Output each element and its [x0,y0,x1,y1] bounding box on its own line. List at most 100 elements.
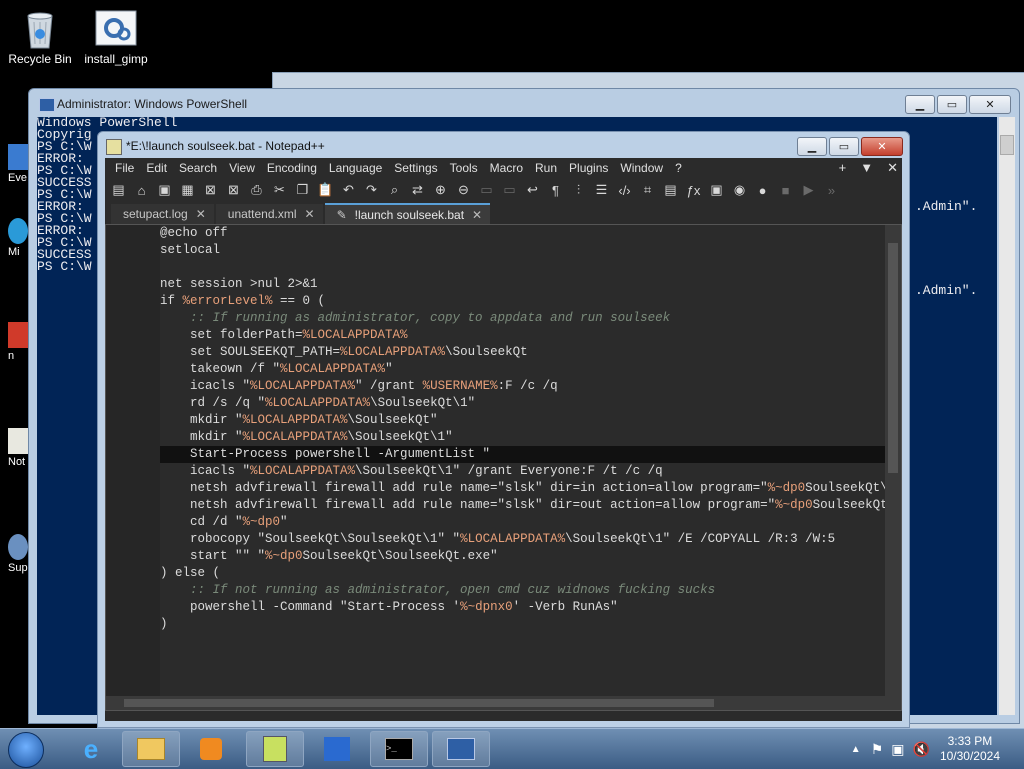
replace-icon[interactable]: ⇄ [408,181,427,199]
code-line[interactable]: 24) [160,616,885,633]
taskbar-powershell[interactable] [432,731,490,767]
document-list-icon[interactable]: ▤ [661,181,680,199]
zoom-out-icon[interactable]: ⊖ [454,181,473,199]
taskbar-explorer[interactable] [122,731,180,767]
word-wrap-icon[interactable]: ↩ [523,181,542,199]
minimize-button[interactable]: ▁ [905,95,935,114]
menu-search[interactable]: Search [173,161,223,175]
desktop-icon-partial-3[interactable]: n [8,322,28,362]
desktop-icon-partial-4[interactable]: Not [8,428,28,468]
open-file-icon[interactable]: ⌂ [132,181,151,199]
code-line[interactable]: 14 Start-Process powershell -ArgumentLis… [160,446,885,463]
menu-window[interactable]: Window [614,161,669,175]
code-line[interactable]: 13 mkdir "%LOCALAPPDATA%\SoulseekQt\1" [160,429,885,446]
desktop-icon-partial-2[interactable]: Mi [8,218,28,258]
editor-vertical-scrollbar[interactable] [885,225,901,696]
record-macro-icon[interactable]: ● [753,181,772,199]
code-line[interactable]: 1@echo off [160,225,885,242]
notepadpp-window[interactable]: *E:\!launch soulseek.bat - Notepad++ ▁ ▭… [97,131,910,728]
volume-muted-icon[interactable]: 🔇 [913,741,930,758]
code-line[interactable]: 23 powershell -Command "Start-Process '%… [160,599,885,616]
redo-icon[interactable]: ↷ [362,181,381,199]
code-line[interactable]: 10 icacls "%LOCALAPPDATA%" /grant %USERN… [160,378,885,395]
zoom-in-icon[interactable]: ⊕ [431,181,450,199]
desktop-icon-partial-5[interactable]: Sup [8,534,28,574]
toolbar-overflow-icon[interactable]: » [822,181,841,199]
taskbar-notepadpp[interactable] [246,731,304,767]
menu-tools[interactable]: Tools [444,161,484,175]
code-line[interactable]: 8 set SOULSEEKQT_PATH=%LOCALAPPDATA%\Sou… [160,344,885,361]
code-line[interactable]: 20 start "" "%~dp0SoulseekQt\SoulseekQt.… [160,548,885,565]
save-all-icon[interactable]: ▦ [178,181,197,199]
minimize-button[interactable]: ▁ [797,137,827,156]
print-icon[interactable]: ⎙ [247,181,266,199]
taskbar-cmd[interactable]: >_ [370,731,428,767]
desktop-icon-partial-1[interactable]: Eve [8,144,28,184]
close-tab-button[interactable]: ✕ [887,160,898,176]
tab-close-icon[interactable]: ✕ [196,207,206,221]
map-icon[interactable]: ⌗ [638,181,657,199]
code-line[interactable]: 21) else ( [160,565,885,582]
tab-setupact-log[interactable]: setupact.log ✕ [111,204,214,224]
clock[interactable]: 3:33 PM 10/30/2024 [940,734,1000,764]
function-list-icon[interactable]: ƒx [684,181,703,199]
menu-view[interactable]: View [223,161,261,175]
menu-edit[interactable]: Edit [140,161,173,175]
stop-macro-icon[interactable]: ■ [776,181,795,199]
menu-language[interactable]: Language [323,161,388,175]
scrollbar-thumb[interactable] [1000,135,1014,155]
code-line[interactable]: 11 rd /s /q "%LOCALAPPDATA%\SoulseekQt\1… [160,395,885,412]
code-line[interactable]: 17 netsh advfirewall firewall add rule n… [160,497,885,514]
close-button[interactable]: ✕ [861,137,903,156]
menu-plugins[interactable]: Plugins [563,161,614,175]
code-line[interactable]: 16 netsh advfirewall firewall add rule n… [160,480,885,497]
start-button[interactable] [8,732,44,768]
horizontal-scroll-thumb[interactable] [124,699,714,707]
tab-close-icon[interactable]: ✕ [472,208,482,222]
action-center-flag-icon[interactable]: ⚑ [871,741,884,758]
code-line[interactable]: 4net session >nul 2>&1 [160,276,885,293]
taskbar-ie[interactable]: e [62,731,120,767]
taskbar-package[interactable] [308,731,366,767]
tab-list-button[interactable]: ▼ [860,160,873,176]
new-file-icon[interactable]: ▤ [109,181,128,199]
tray-expand-icon[interactable]: ▲ [851,744,861,755]
close-all-icon[interactable]: ⊠ [224,181,243,199]
indent-guide-icon[interactable]: ⫶ [569,181,588,199]
tab-close-icon[interactable]: ✕ [305,207,315,221]
code-line[interactable]: 3 [160,259,885,276]
folder-workspace-icon[interactable]: ▣ [707,181,726,199]
copy-icon[interactable]: ❐ [293,181,312,199]
code-line[interactable]: 6 :: If running as administrator, copy t… [160,310,885,327]
sync-vertical-icon[interactable]: ▭ [477,181,496,199]
code-line[interactable]: 18 cd /d "%~dp0" [160,514,885,531]
find-icon[interactable]: ⌕ [385,181,404,199]
menu-settings[interactable]: Settings [388,161,443,175]
code-line[interactable]: 15 icacls "%LOCALAPPDATA%\SoulseekQt\1" … [160,463,885,480]
code-area[interactable]: 1@echo off2setlocal34net session >nul 2>… [160,225,885,696]
play-macro-icon[interactable]: ▶ [799,181,818,199]
code-line[interactable]: 19 robocopy "SoulseekQt\SoulseekQt\1" "%… [160,531,885,548]
monitoring-icon[interactable]: ◉ [730,181,749,199]
paste-icon[interactable]: 📋 [316,181,335,199]
tab--launch-soulseek-bat[interactable]: ✎ !launch soulseek.bat ✕ [324,203,491,224]
editor-horizontal-scrollbar[interactable] [106,696,901,710]
menu-file[interactable]: File [109,161,140,175]
code-line[interactable]: 7 set folderPath=%LOCALAPPDATA% [160,327,885,344]
code-line[interactable]: 9 takeown /f "%LOCALAPPDATA%" [160,361,885,378]
maximize-button[interactable]: ▭ [829,137,859,156]
close-button[interactable]: ✕ [969,95,1011,114]
desktop-icon-recycle-bin[interactable]: Recycle Bin [0,8,80,66]
code-line[interactable]: 12 mkdir "%LOCALAPPDATA%\SoulseekQt" [160,412,885,429]
close-icon[interactable]: ⊠ [201,181,220,199]
powershell-scrollbar[interactable] [999,117,1015,715]
xml-tag-icon[interactable]: ‹/› [615,181,634,199]
code-line[interactable]: 2setlocal [160,242,885,259]
code-line[interactable]: 25 [160,633,885,650]
code-line[interactable]: 5if %errorLevel% == 0 ( [160,293,885,310]
document-map-icon[interactable]: ☰ [592,181,611,199]
undo-icon[interactable]: ↶ [339,181,358,199]
code-line[interactable]: 22 :: If not running as administrator, o… [160,582,885,599]
cut-icon[interactable]: ✂ [270,181,289,199]
network-icon[interactable]: ▣ [891,741,904,758]
